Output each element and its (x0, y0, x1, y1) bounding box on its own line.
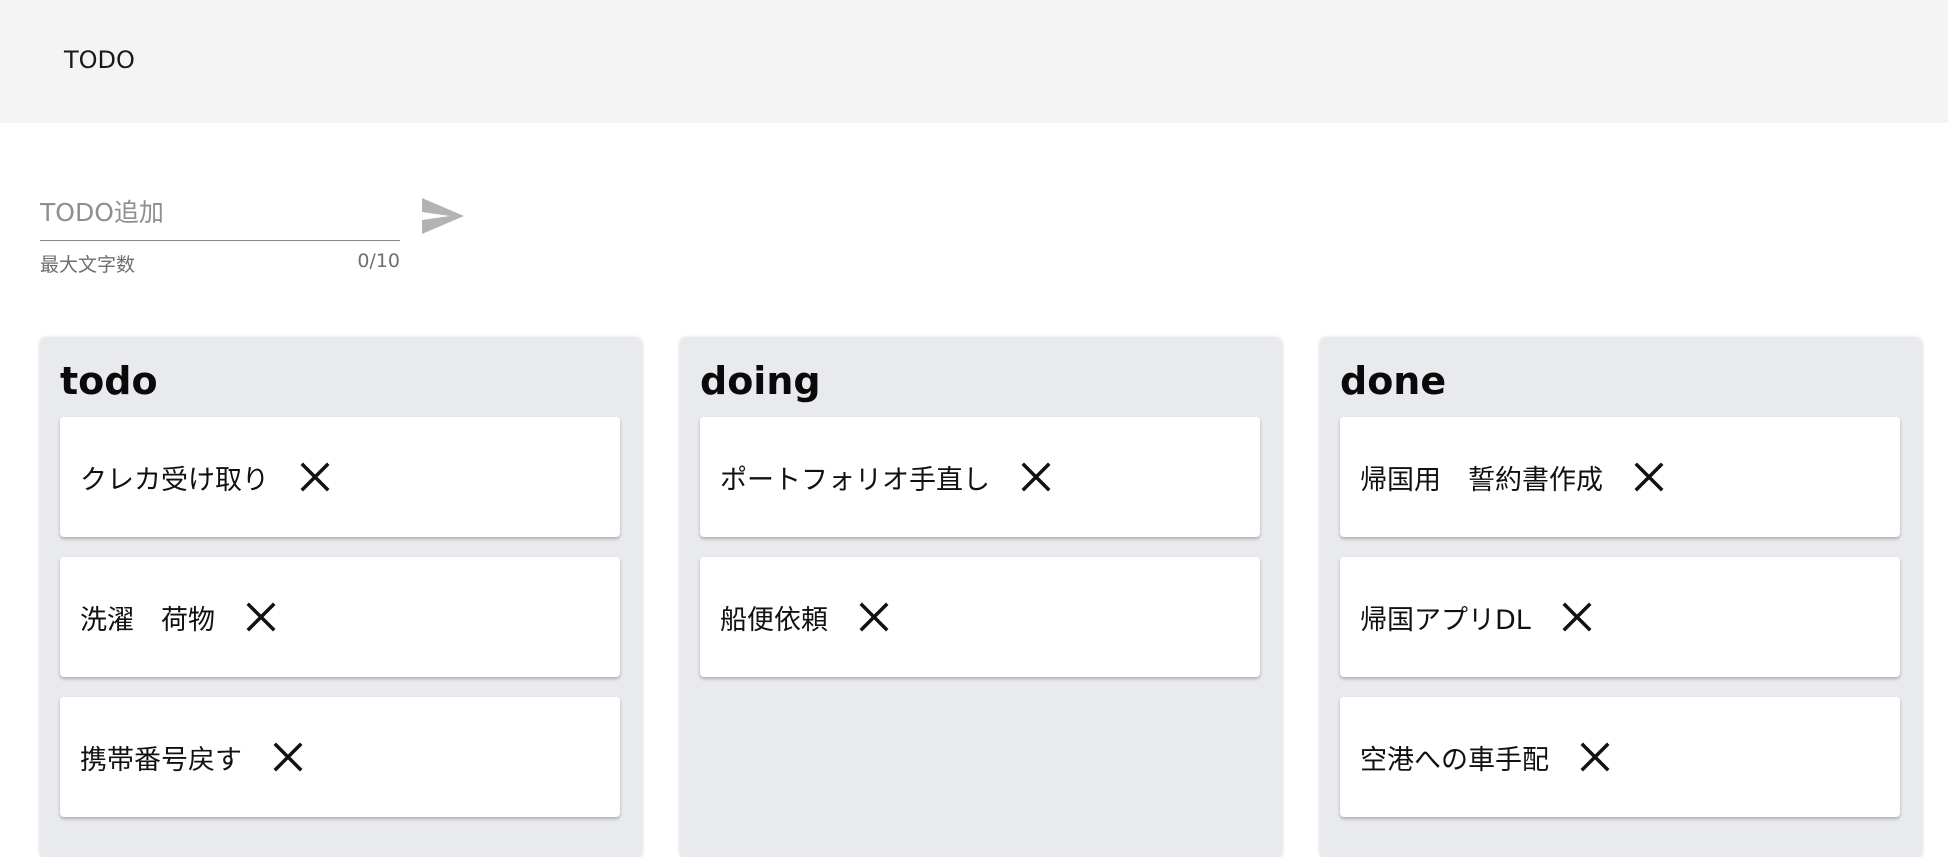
column-title: doing (700, 359, 821, 403)
character-counter: 0/10 (357, 250, 400, 272)
app-bar: TODO (0, 0, 1948, 123)
card-label: 船便依頼 (720, 604, 828, 636)
delete-button[interactable] (1018, 459, 1054, 495)
delete-button[interactable] (270, 739, 306, 775)
todo-card[interactable]: 洗濯 荷物 (60, 557, 620, 677)
delete-button[interactable] (1631, 459, 1667, 495)
max-length-hint: 最大文字数 (40, 254, 136, 276)
app-title: TODO (64, 46, 135, 74)
todo-card[interactable]: 帰国用 誓約書作成 (1340, 417, 1900, 537)
column-doing: doing ポートフォリオ手直し 船便依頼 (680, 337, 1282, 857)
delete-button[interactable] (243, 599, 279, 635)
column-done: done 帰国用 誓約書作成 帰国アプリDL 空港への車手配 (1320, 337, 1922, 857)
card-label: 携帯番号戻す (80, 744, 242, 776)
card-label: クレカ受け取り (80, 464, 269, 496)
delete-button[interactable] (1577, 739, 1613, 775)
todo-card[interactable]: 船便依頼 (700, 557, 1260, 677)
card-label: 空港への車手配 (1360, 744, 1549, 776)
send-icon (422, 198, 464, 234)
column-title: todo (60, 359, 158, 403)
close-icon (1562, 602, 1592, 632)
card-label: ポートフォリオ手直し (720, 464, 990, 496)
close-icon (1634, 462, 1664, 492)
todo-card[interactable]: クレカ受け取り (60, 417, 620, 537)
todo-card[interactable]: 帰国アプリDL (1340, 557, 1900, 677)
add-todo-form: 最大文字数 0/10 (40, 188, 490, 288)
delete-button[interactable] (1559, 599, 1595, 635)
close-icon (246, 602, 276, 632)
column-title: done (1340, 359, 1447, 403)
todo-card[interactable]: ポートフォリオ手直し (700, 417, 1260, 537)
todo-card[interactable]: 空港への車手配 (1340, 697, 1900, 817)
close-icon (1580, 742, 1610, 772)
card-label: 帰国アプリDL (1360, 604, 1531, 636)
close-icon (273, 742, 303, 772)
card-label: 洗濯 荷物 (80, 604, 215, 636)
close-icon (859, 602, 889, 632)
close-icon (300, 462, 330, 492)
delete-button[interactable] (297, 459, 333, 495)
todo-card[interactable]: 携帯番号戻す (60, 697, 620, 817)
delete-button[interactable] (856, 599, 892, 635)
send-button[interactable] (418, 192, 468, 240)
close-icon (1021, 462, 1051, 492)
column-todo: todo クレカ受け取り 洗濯 荷物 携帯番号戻す (40, 337, 642, 857)
todo-input-field[interactable] (40, 188, 400, 241)
todo-input[interactable] (40, 192, 396, 232)
card-label: 帰国用 誓約書作成 (1360, 464, 1603, 496)
board: todo クレカ受け取り 洗濯 荷物 携帯番号戻す doing ポートフォリオ手… (0, 0, 1948, 857)
